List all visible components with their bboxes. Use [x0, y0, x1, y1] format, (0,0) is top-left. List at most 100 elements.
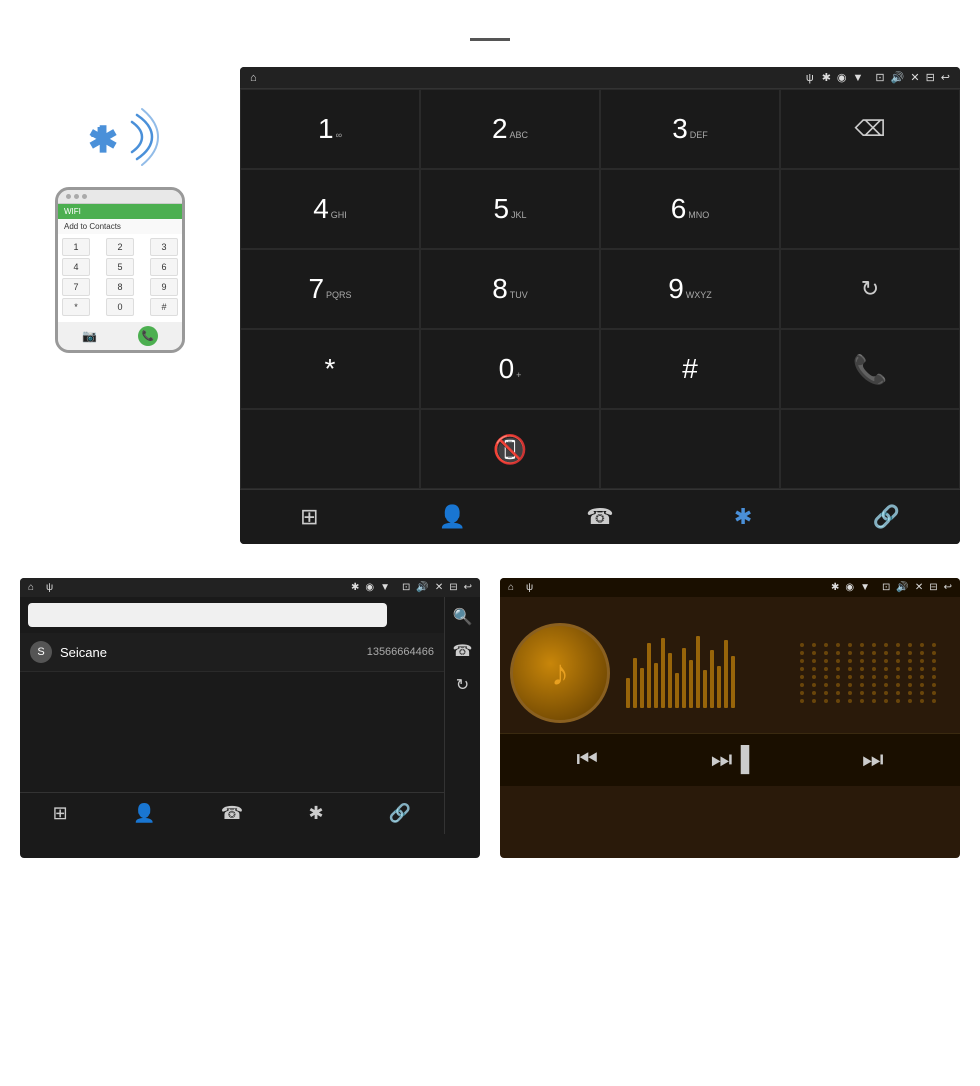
pb-nav-grid-icon[interactable]: ⊞	[53, 803, 68, 824]
music-screen-icon: ⊟	[929, 582, 937, 593]
dial-key-5[interactable]: 5JKL	[420, 169, 600, 249]
pb-vol-icon: 🔊	[416, 582, 428, 593]
dial-key-7[interactable]: 7PQRS	[240, 249, 420, 329]
music-prev-btn[interactable]: ⏮	[576, 746, 598, 774]
status-vol-icon: 🔊	[891, 71, 905, 84]
status-back-icon: ↩	[941, 71, 950, 84]
pb-back-icon: ↩	[464, 582, 472, 593]
music-cam-icon: ⊡	[882, 582, 890, 593]
music-wifi-icon: ▼	[860, 582, 870, 593]
nav-phone-icon[interactable]: ☎	[586, 504, 613, 530]
title-divider	[470, 38, 510, 41]
dial-cell-call-green[interactable]: 📞	[780, 329, 960, 409]
dial-cell-empty-3	[600, 409, 780, 489]
dialpad-status-bar: ⌂ ψ ✱ ◉ ▼ ⊡ 🔊 ✕ ⊟ ↩	[240, 67, 960, 88]
music-back-icon: ↩	[944, 582, 952, 593]
phone-dot-1	[66, 194, 71, 199]
dialpad-grid: 1∞ 2ABC 3DEF ⌫ 4GHI 5JKL	[240, 88, 960, 489]
key-9: 9	[150, 278, 178, 296]
dial-key-0[interactable]: 0+	[420, 329, 600, 409]
dial-key-3[interactable]: 3DEF	[600, 89, 780, 169]
pb-side-phone-icon[interactable]: ☎	[453, 641, 473, 661]
pb-status-bar: ⌂ ψ ✱ ◉ ▼ ⊡ 🔊 ✕ ⊟ ↩	[20, 578, 480, 597]
vis-bar-15	[724, 640, 728, 708]
nav-user-icon[interactable]: 👤	[439, 504, 466, 530]
nav-link-icon[interactable]: 🔗	[872, 504, 899, 530]
pb-nav-bar: ⊞ 👤 ☎ ✱ 🔗	[20, 792, 444, 834]
dial-key-star[interactable]: *	[240, 329, 420, 409]
dial-key-1[interactable]: 1∞	[240, 89, 420, 169]
phone-section: + ✱ WIFI Add to Contacts	[20, 67, 220, 361]
keypad-row-4: * 0 #	[62, 298, 178, 316]
dial-cell-empty-1	[780, 169, 960, 249]
phone-dot-3	[82, 194, 87, 199]
pb-x-icon: ✕	[435, 582, 443, 593]
vis-bar-10	[689, 660, 693, 708]
dial-cell-backspace[interactable]: ⌫	[780, 89, 960, 169]
car-nav-bar: ⊞ 👤 ☎ ✱ 🔗	[240, 489, 960, 544]
phone-camera-icon: 📷	[82, 329, 97, 343]
pb-nav-user-icon[interactable]: 👤	[133, 803, 155, 824]
dial-key-4[interactable]: 4GHI	[240, 169, 420, 249]
vis-bar-13	[710, 650, 714, 708]
music-x-icon: ✕	[915, 582, 923, 593]
phone-call-button[interactable]: 📞	[138, 326, 158, 346]
pb-search-input[interactable]	[28, 603, 387, 627]
nav-grid-icon[interactable]: ⊞	[300, 504, 318, 530]
call-green-icon: 📞	[853, 353, 888, 386]
key-3: 3	[150, 238, 178, 256]
pb-side-refresh-icon[interactable]: ↻	[456, 675, 469, 695]
dial-key-9[interactable]: 9WXYZ	[600, 249, 780, 329]
pb-contact-name: Seicane	[60, 645, 367, 660]
backspace-icon: ⌫	[854, 116, 885, 142]
pb-wifi-icon: ▼	[380, 582, 390, 593]
dial-key-8[interactable]: 8TUV	[420, 249, 600, 329]
vis-bar-11	[696, 636, 700, 708]
key-5: 5	[106, 258, 134, 276]
pb-contact-row[interactable]: S Seicane 13566664466	[20, 633, 444, 672]
dial-key-6[interactable]: 6MNO	[600, 169, 780, 249]
vis-bar-7	[668, 653, 672, 708]
pb-nav-link-icon[interactable]: 🔗	[389, 803, 411, 824]
key-0: 0	[106, 298, 134, 316]
dial-cell-call-red[interactable]: 📵	[420, 409, 600, 489]
dial-key-2[interactable]: 2ABC	[420, 89, 600, 169]
pb-side-search-icon[interactable]: 🔍	[453, 607, 473, 627]
pb-search-row	[20, 597, 444, 633]
status-home-icon: ⌂	[250, 72, 257, 84]
key-8: 8	[106, 278, 134, 296]
phonebook-screen: ⌂ ψ ✱ ◉ ▼ ⊡ 🔊 ✕ ⊟ ↩	[20, 578, 480, 858]
music-caption	[500, 858, 960, 895]
status-bt-icon: ✱	[822, 71, 831, 84]
key-star: *	[62, 298, 90, 316]
vis-bar-5	[654, 663, 658, 708]
pb-side-icons: 🔍 ☎ ↻	[444, 597, 480, 834]
key-4: 4	[62, 258, 90, 276]
music-loc-icon: ◉	[845, 582, 854, 593]
status-screen-icon: ⊟	[926, 71, 935, 84]
dial-key-hash[interactable]: #	[600, 329, 780, 409]
music-next-btn[interactable]: ⏭	[862, 746, 884, 774]
music-screen-wrap: ⌂ ψ ✱ ◉ ▼ ⊡ 🔊 ✕ ⊟ ↩ ♪	[500, 578, 960, 895]
vis-bar-14	[717, 666, 721, 708]
phone-keypad: 1 2 3 4 5 6 7 8 9 * 0 #	[58, 234, 182, 322]
key-7: 7	[62, 278, 90, 296]
page-header	[0, 0, 980, 67]
keypad-row-3: 7 8 9	[62, 278, 178, 296]
dial-cell-refresh[interactable]: ↻	[780, 249, 960, 329]
pb-contact-initial: S	[30, 641, 52, 663]
music-album-art: ♪	[510, 623, 610, 723]
phone-bottom: 📷 📞	[58, 322, 182, 350]
pb-usb-icon: ψ	[46, 582, 53, 593]
pb-caption	[20, 858, 480, 895]
vis-bar-16	[731, 656, 735, 708]
music-play-btn[interactable]: ⏭▐	[711, 746, 750, 774]
music-note-icon: ♪	[551, 652, 569, 694]
music-bt-icon: ✱	[831, 582, 839, 593]
pb-nav-bt-icon[interactable]: ✱	[308, 803, 323, 824]
nav-bt-icon[interactable]: ✱	[734, 504, 752, 530]
bluetooth-waves: + ✱	[80, 97, 160, 177]
dial-cell-empty-2	[240, 409, 420, 489]
key-6: 6	[150, 258, 178, 276]
pb-nav-phone-icon[interactable]: ☎	[221, 803, 243, 824]
